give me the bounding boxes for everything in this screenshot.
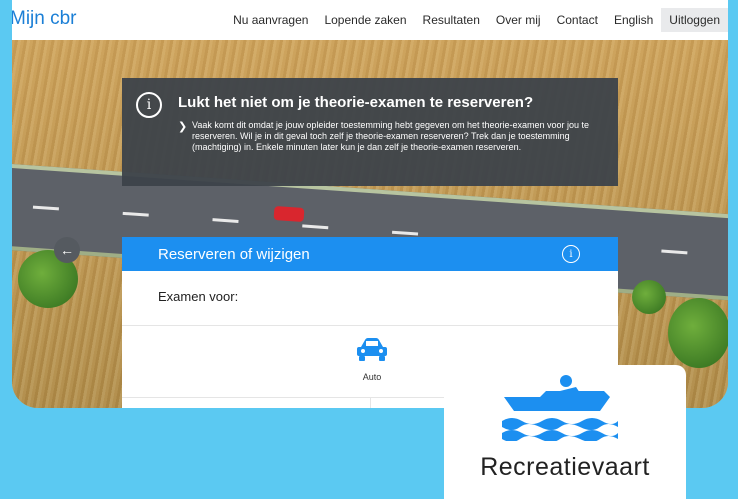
recreatievaart-tile[interactable]: Recreatievaart <box>444 365 686 499</box>
tile-label: Recreatievaart <box>480 453 650 481</box>
nav-contact[interactable]: Contact <box>549 13 606 27</box>
notice-title: Lukt het niet om je theorie-examen te re… <box>178 94 534 111</box>
tree <box>668 298 728 368</box>
top-navigation: Mijn cbr Nu aanvragen Lopende zaken Resu… <box>12 0 728 40</box>
app-frame: Mijn cbr Nu aanvragen Lopende zaken Resu… <box>12 0 728 408</box>
notice-body: Vaak komt dit omdat je jouw opleider toe… <box>192 120 590 152</box>
nav-nu-aanvragen[interactable]: Nu aanvragen <box>225 13 316 27</box>
car-on-road <box>273 205 305 223</box>
exam-option-auto[interactable]: Auto <box>332 337 412 382</box>
theory-exam-notice: i Lukt het niet om je theorie-examen te … <box>122 78 618 186</box>
back-arrow-icon[interactable]: ← <box>54 237 80 263</box>
nav-lopende-zaken[interactable]: Lopende zaken <box>316 13 414 27</box>
card-title: Reserveren of wijzigen <box>158 246 310 263</box>
chevron-right-icon: ❯ <box>178 121 188 133</box>
nav-links: Nu aanvragen Lopende zaken Resultaten Ov… <box>225 0 728 40</box>
nav-over-mij[interactable]: Over mij <box>488 13 549 27</box>
info-icon[interactable]: i <box>562 245 580 263</box>
tree <box>632 280 666 314</box>
boat-icon <box>502 375 618 441</box>
exam-for-label: Examen voor: <box>158 289 239 304</box>
logout-button[interactable]: Uitloggen <box>661 8 728 32</box>
info-icon: i <box>136 92 162 118</box>
card-header: Reserveren of wijzigen i <box>122 237 618 271</box>
exam-option-label: Auto <box>362 372 382 382</box>
logo[interactable]: Mijn cbr <box>12 8 77 30</box>
nav-english[interactable]: English <box>606 13 661 27</box>
nav-resultaten[interactable]: Resultaten <box>415 13 488 27</box>
car-icon <box>357 338 387 361</box>
